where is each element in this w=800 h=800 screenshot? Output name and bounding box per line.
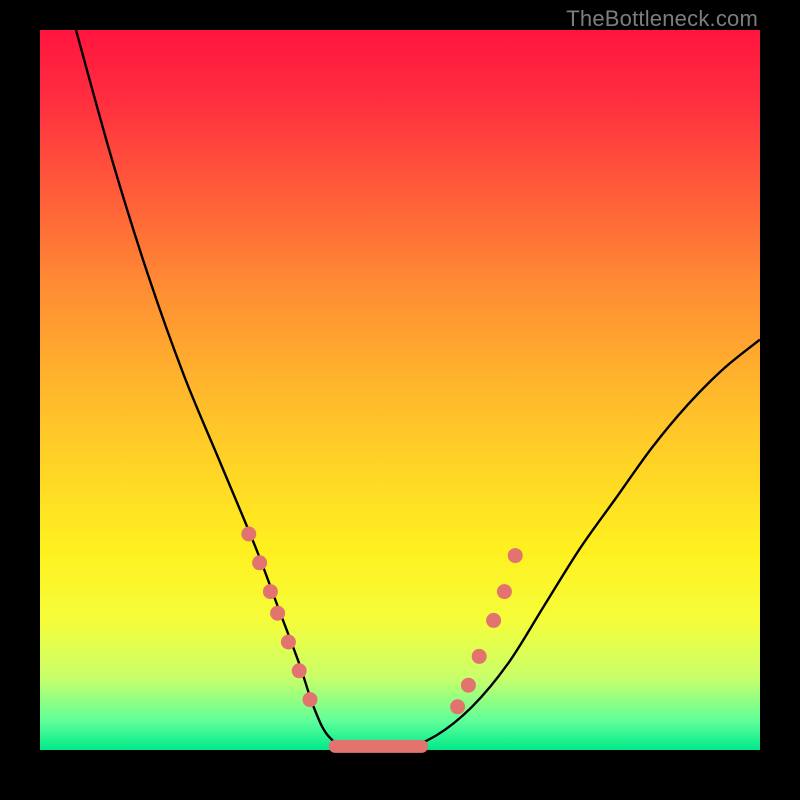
curve-svg [40, 30, 760, 750]
bottleneck-curve [76, 30, 760, 751]
data-marker [303, 692, 318, 707]
data-marker [292, 663, 307, 678]
data-marker [472, 649, 487, 664]
data-marker [497, 584, 512, 599]
data-marker [461, 678, 476, 693]
left-marker-cluster [241, 527, 317, 708]
watermark-text: TheBottleneck.com [566, 6, 758, 32]
data-marker [450, 699, 465, 714]
data-marker [508, 548, 523, 563]
plot-area [40, 30, 760, 750]
right-marker-cluster [450, 548, 523, 714]
data-marker [281, 635, 296, 650]
data-marker [252, 555, 267, 570]
data-marker [270, 606, 285, 621]
data-marker [486, 613, 501, 628]
data-marker [241, 527, 256, 542]
data-marker [263, 584, 278, 599]
chart-stage: TheBottleneck.com [0, 0, 800, 800]
